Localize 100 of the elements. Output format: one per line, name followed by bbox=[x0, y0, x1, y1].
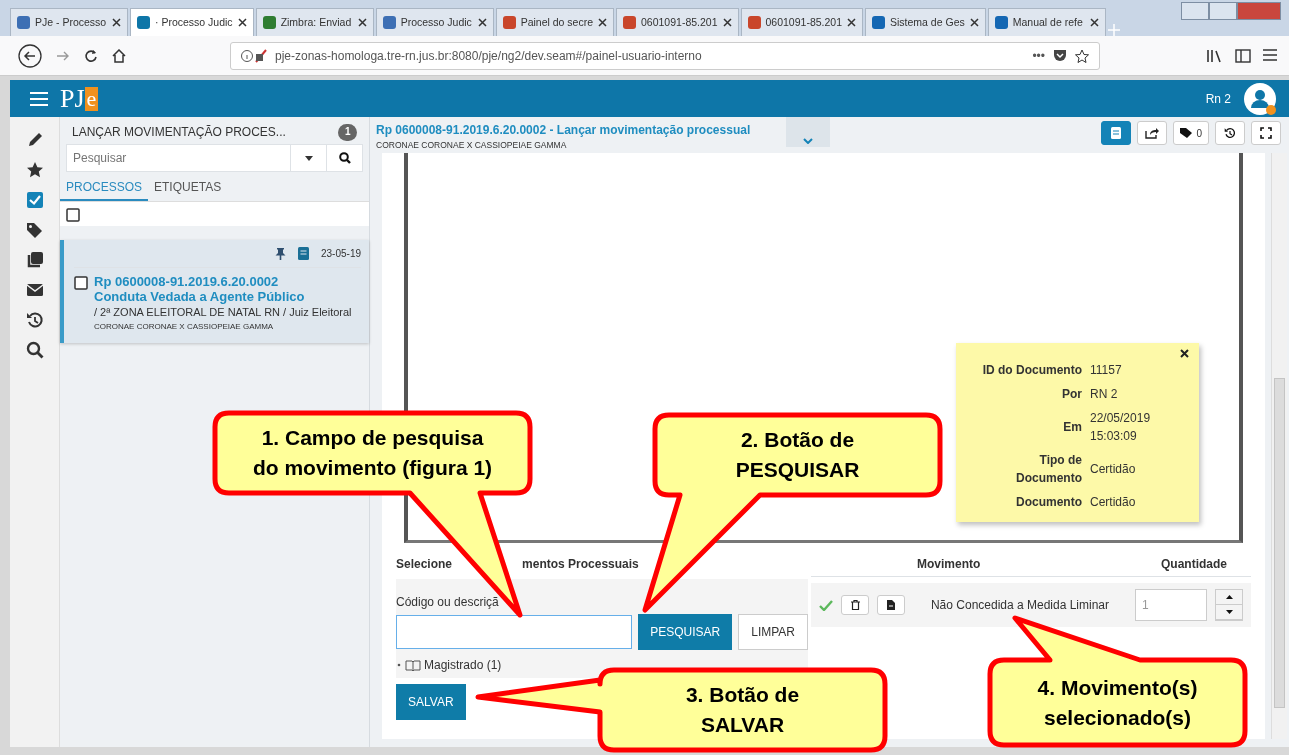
close-icon[interactable] bbox=[969, 18, 979, 27]
document-view-button[interactable] bbox=[1101, 121, 1132, 145]
chevron-icon bbox=[803, 138, 814, 144]
delete-button[interactable] bbox=[841, 595, 869, 615]
tab-favicon bbox=[17, 16, 30, 29]
callout-text: 3. Botão de SALVAR bbox=[684, 682, 801, 738]
column-header: Quantidade bbox=[1161, 556, 1227, 573]
check-icon bbox=[819, 599, 833, 611]
info-label: Tipo de Documento bbox=[1015, 452, 1083, 487]
save-button[interactable]: SALVAR bbox=[396, 684, 466, 720]
home-icon[interactable] bbox=[112, 48, 126, 63]
column-header: Movimento bbox=[917, 556, 981, 573]
browser-tab[interactable]: · Processo Judic bbox=[130, 8, 254, 36]
document-icon bbox=[887, 600, 895, 610]
user-name: Rn 2 bbox=[1205, 90, 1231, 108]
tag-icon bbox=[1180, 128, 1193, 138]
tags-icon[interactable] bbox=[25, 221, 44, 239]
share-icon bbox=[1145, 127, 1160, 139]
quantity-stepper[interactable] bbox=[1215, 589, 1243, 621]
address-field[interactable]: pje-zonas-homologa.tre-rn.jus.br:8080/pje/ng2/dev.seam#/painel-usuario-interno ••• bbox=[230, 41, 1100, 70]
copy-icon[interactable] bbox=[25, 251, 44, 269]
browser-tab[interactable]: 0601091-85.201 bbox=[616, 8, 739, 36]
book-icon bbox=[405, 659, 421, 671]
tree-toggle-icon[interactable] bbox=[396, 662, 402, 668]
table-cell-text: Não Concedida a Medida Liminar bbox=[929, 597, 1111, 614]
document-icon[interactable] bbox=[297, 247, 309, 260]
app-logo[interactable]: PJe bbox=[60, 79, 99, 118]
panel-tab[interactable]: ETIQUETAS bbox=[148, 178, 228, 201]
section-heading: mentos Processuais bbox=[522, 556, 639, 573]
process-class: Conduta Vedada a Agente Público bbox=[94, 289, 306, 304]
info-label: ID do Documento bbox=[981, 362, 1083, 379]
info-label: Documento bbox=[1015, 494, 1083, 511]
tab-favicon bbox=[502, 16, 516, 29]
callout-text: 1. Campo de pesquisa do movimento (figura 1) bbox=[251, 425, 494, 481]
up-caret-icon[interactable] bbox=[1225, 595, 1233, 599]
info-value: Certidão bbox=[1089, 461, 1137, 478]
browser-tab[interactable]: Painel do secre bbox=[495, 8, 614, 36]
browser-tab[interactable]: PJe - Processo bbox=[10, 8, 128, 36]
info-label: Em bbox=[1062, 419, 1083, 436]
tab-favicon bbox=[137, 16, 150, 29]
envelope-icon[interactable] bbox=[25, 281, 44, 299]
forward-icon[interactable] bbox=[56, 49, 70, 62]
tags-button[interactable]: 0 bbox=[1173, 121, 1209, 145]
site-info-icon[interactable] bbox=[241, 48, 267, 63]
callout-text: 2. Botão de PESQUISAR bbox=[734, 427, 861, 483]
checkbox[interactable] bbox=[74, 276, 88, 290]
tab-favicon bbox=[994, 16, 1008, 29]
close-icon[interactable] bbox=[722, 18, 732, 27]
close-icon[interactable] bbox=[237, 18, 247, 27]
history-icon[interactable] bbox=[25, 311, 44, 329]
reload-icon[interactable] bbox=[84, 48, 98, 63]
user-avatar-icon[interactable] bbox=[1243, 81, 1277, 116]
document-button[interactable] bbox=[877, 595, 905, 615]
clear-button[interactable]: LIMPAR bbox=[738, 614, 808, 650]
process-card[interactable]: 23-05-19 Rp 0600008-91.2019.6.20.0002 Conduta Vedada a Agente Público / 2ª ZONA ELEITORAL DE NATAL RN / Juiz Eleitoral CORONAE CORONAE X CASSIOPEIAE GAMMA bbox=[60, 240, 369, 343]
browser-tab[interactable]: Sistema de Ges bbox=[865, 8, 986, 36]
tab-favicon bbox=[623, 16, 636, 29]
fullscreen-button[interactable] bbox=[1251, 121, 1281, 145]
close-icon[interactable] bbox=[357, 18, 367, 27]
tab-favicon bbox=[747, 16, 761, 29]
info-value: 11157 bbox=[1089, 362, 1123, 379]
tree-item[interactable]: Magistrado (1) bbox=[424, 656, 502, 674]
close-icon[interactable] bbox=[112, 18, 121, 27]
minimize-button[interactable] bbox=[1181, 2, 1209, 20]
browser-tab[interactable]: Processo Judic bbox=[375, 8, 494, 36]
browser-tab[interactable]: 0601091-85.201 bbox=[740, 8, 863, 36]
search-icon[interactable] bbox=[25, 341, 44, 359]
pin-icon[interactable] bbox=[274, 247, 286, 260]
browser-tab[interactable]: Manual de refe bbox=[987, 8, 1106, 36]
history-icon bbox=[1224, 127, 1236, 139]
search-bar[interactable]: Pesquisar bbox=[66, 144, 363, 172]
checkbox[interactable] bbox=[66, 207, 80, 222]
page-actions-menu[interactable]: ••• bbox=[1032, 46, 1045, 65]
close-icon[interactable] bbox=[477, 18, 487, 27]
info-value: 22/05/2019 15:03:09 bbox=[1089, 410, 1152, 445]
process-parties: CORONAE CORONAE X CASSIOPEIAE GAMMA bbox=[94, 320, 275, 333]
sidebar-icon[interactable] bbox=[1235, 48, 1251, 63]
browser-tab[interactable]: Zimbra: Enviad bbox=[255, 8, 374, 36]
history-button[interactable] bbox=[1215, 121, 1245, 145]
tab-favicon bbox=[872, 16, 885, 29]
process-date: 23-05-19 bbox=[320, 247, 361, 261]
document-icon bbox=[1111, 127, 1122, 139]
maximize-button[interactable] bbox=[1209, 2, 1237, 20]
panel-title: LANÇAR MOVIMENTAÇÃO PROCES... bbox=[72, 124, 287, 141]
menu-icon[interactable] bbox=[1263, 48, 1277, 61]
back-icon[interactable] bbox=[18, 43, 42, 68]
checkbox-icon[interactable] bbox=[25, 191, 44, 209]
tab-favicon bbox=[262, 16, 276, 29]
search-button[interactable]: PESQUISAR bbox=[638, 614, 733, 650]
page-subtitle: CORONAE CORONAE X CASSIOPEIAE GAMMA bbox=[376, 139, 568, 152]
close-icon[interactable] bbox=[847, 18, 856, 27]
search-field[interactable] bbox=[396, 615, 633, 649]
library-icon[interactable] bbox=[1207, 48, 1223, 63]
share-button[interactable] bbox=[1137, 121, 1168, 145]
close-icon[interactable] bbox=[598, 18, 607, 27]
pocket-icon[interactable] bbox=[1053, 49, 1067, 62]
star-icon[interactable] bbox=[25, 161, 44, 179]
bookmark-star-icon[interactable] bbox=[1075, 48, 1089, 63]
close-icon[interactable] bbox=[1180, 349, 1189, 358]
close-icon[interactable] bbox=[1089, 18, 1099, 27]
